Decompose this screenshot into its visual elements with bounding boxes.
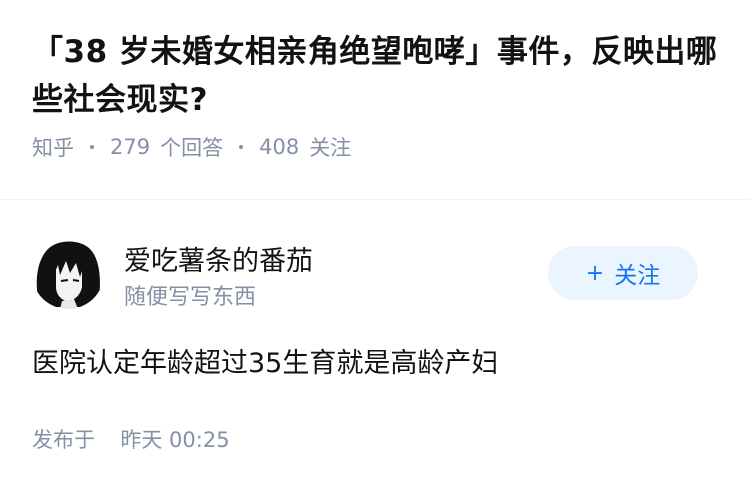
- answer-count[interactable]: 279: [110, 135, 150, 159]
- question-title[interactable]: 「38 岁未婚女相亲角绝望咆哮」事件，反映出哪些社会现实?: [32, 28, 718, 124]
- author-info: 爱吃薯条的番茄 随便写写东西 + 关注: [32, 237, 718, 310]
- answer-timestamp: 发布于 昨天 00:25: [32, 424, 230, 454]
- meta-separator-dot: [239, 145, 244, 149]
- follower-count[interactable]: 408: [259, 135, 299, 159]
- avatar[interactable]: [32, 237, 104, 309]
- answer-count-label[interactable]: 个回答: [160, 132, 223, 162]
- published-time: 昨天 00:25: [120, 428, 230, 452]
- follow-button[interactable]: + 关注: [548, 246, 698, 300]
- answer-card: 爱吃薯条的番茄 随便写写东西 + 关注 医院认定年龄超过35生育就是高龄产妇 发…: [0, 200, 750, 490]
- author-bio: 随便写写东西: [124, 285, 257, 310]
- follow-button-label: 关注: [614, 263, 661, 289]
- published-label: 发布于: [32, 428, 95, 452]
- follower-count-label[interactable]: 关注: [309, 132, 351, 162]
- answer-content[interactable]: 医院认定年龄超过35生育就是高龄产妇: [32, 341, 498, 380]
- question-header: 「38 岁未婚女相亲角绝望咆哮」事件，反映出哪些社会现实? 知乎 279 个回答…: [0, 0, 750, 173]
- meta-separator-dot: [90, 145, 94, 149]
- author-name[interactable]: 爱吃薯条的番茄: [124, 239, 313, 278]
- question-source[interactable]: 知乎: [32, 132, 74, 162]
- question-meta: 知乎 279 个回答 408 关注: [32, 132, 718, 162]
- plus-icon: +: [585, 260, 605, 286]
- anime-character-avatar-icon: [32, 237, 104, 309]
- zhihu-page: 「38 岁未婚女相亲角绝望咆哮」事件，反映出哪些社会现实? 知乎 279 个回答…: [0, 0, 750, 490]
